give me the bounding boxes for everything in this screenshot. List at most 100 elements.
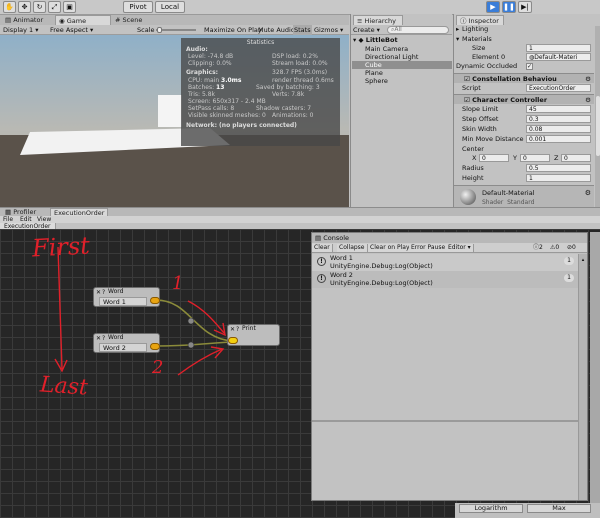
word-node-1-value[interactable]: Word 1 <box>99 297 147 306</box>
maximize-on-play-toggle[interactable]: Maximize On Play <box>204 25 262 35</box>
min-move-field[interactable]: 0.001 <box>526 135 591 143</box>
console-warning-filter[interactable]: ⚠0 <box>550 244 559 252</box>
shader-value[interactable]: Standard <box>507 199 534 206</box>
rotate-tool-button[interactable]: ↻ <box>33 1 46 13</box>
component-gear-icon[interactable]: ⚙ <box>585 95 591 105</box>
center-z-field[interactable]: 0 <box>561 154 591 162</box>
size-field[interactable]: 1 <box>526 44 591 52</box>
console-split-divider[interactable] <box>312 420 578 422</box>
script-field[interactable]: ExecutionOrder <box>526 84 591 92</box>
center-x-field[interactable]: 0 <box>479 154 509 162</box>
play-button[interactable]: ▶ <box>486 1 500 13</box>
console-scrollbar[interactable]: ▴ <box>578 254 587 500</box>
tab-game[interactable]: ◉ Game <box>55 15 111 25</box>
hierarchy-item-cube[interactable]: Cube <box>365 61 382 69</box>
word-node-2[interactable]: ✕ ? Word Word 2 <box>93 333 160 353</box>
word-node-2-output-port[interactable] <box>150 343 160 350</box>
character-controller-header[interactable]: ☑ Character Controller ⚙ <box>454 94 594 104</box>
right-dock-scrollbar[interactable] <box>590 232 600 504</box>
console-info-filter[interactable]: ⓘ2 <box>533 244 543 252</box>
element0-field[interactable]: ◍Default-Materi <box>526 53 591 61</box>
console-collapse-button[interactable]: Collapse <box>337 244 368 252</box>
print-node[interactable]: ✕ ? Print <box>227 324 280 346</box>
script-row: Script ExecutionOrder <box>454 84 594 93</box>
skin-width-field[interactable]: 0.08 <box>526 125 591 133</box>
console-clear-button[interactable]: Clear <box>312 244 333 252</box>
radius-field[interactable]: 0.5 <box>526 164 591 172</box>
unity-scene-icon: ◆ <box>358 36 364 44</box>
node-close-icon[interactable]: ✕ <box>230 326 235 333</box>
console-error-pause-button[interactable]: Error Pause <box>409 244 449 252</box>
node-help-icon[interactable]: ? <box>236 326 239 333</box>
node-help-icon[interactable]: ? <box>102 289 105 296</box>
console-entry-2-message: Word 2 <box>330 271 353 279</box>
tab-hierarchy[interactable]: ≡ Hierarchy <box>353 15 403 25</box>
arrow-1-line <box>187 300 225 334</box>
hierarchy-item-sphere[interactable]: Sphere <box>365 77 388 85</box>
tab-animator[interactable]: ▤ Animator <box>2 15 46 25</box>
statistics-overlay: Statistics Audio: Level: -74.8 dB DSP loa… <box>181 38 340 146</box>
console-entry-2[interactable]: ! Word 2 UnityEngine.Debug:Log(Object) 1 <box>312 271 578 288</box>
hierarchy-search-placeholder: All <box>394 26 402 33</box>
display-dropdown[interactable]: Display 1 ▾ <box>3 25 39 35</box>
word-node-1[interactable]: ✕ ? Word Word 1 <box>93 287 160 307</box>
console-error-filter[interactable]: ⊘0 <box>567 244 576 252</box>
scene-root[interactable]: ▾ ◆ LittleBot <box>353 36 398 44</box>
menu-file[interactable]: File <box>3 216 13 223</box>
print-node-input-port[interactable] <box>228 337 238 344</box>
scroll-up-icon[interactable]: ▴ <box>580 257 586 263</box>
scale-slider[interactable] <box>156 29 196 31</box>
max-toggle[interactable]: Max <box>527 504 591 513</box>
step-offset-field[interactable]: 0.3 <box>526 115 591 123</box>
menu-view[interactable]: View <box>37 216 51 223</box>
step-button[interactable]: ▶| <box>518 1 532 13</box>
slope-limit-field[interactable]: 45 <box>526 105 591 113</box>
inspector-scrollbar[interactable] <box>595 26 600 207</box>
game-icon: ◉ <box>59 17 65 25</box>
console-editor-dropdown[interactable]: Editor ▾ <box>446 244 474 252</box>
materials-foldout[interactable]: ▾ Materials <box>454 35 594 44</box>
menu-edit[interactable]: Edit <box>20 216 32 223</box>
scale-tool-button[interactable]: ⤢ <box>48 1 61 13</box>
rect-tool-button[interactable]: ▣ <box>63 1 76 13</box>
console-clear-on-play-button[interactable]: Clear on Play <box>368 244 413 252</box>
hierarchy-item-directional-light[interactable]: Directional Light <box>365 53 418 61</box>
scale-slider-thumb[interactable] <box>157 27 162 33</box>
console-entry-1[interactable]: ! Word 1 UnityEngine.Debug:Log(Object) 1 <box>312 254 578 271</box>
center-y-field[interactable]: 0 <box>520 154 550 162</box>
dynamic-occluded-checkbox[interactable]: ✓ <box>526 63 533 70</box>
create-dropdown[interactable]: Create ▾ <box>353 25 380 35</box>
material-sphere-icon <box>460 189 476 205</box>
wire-knot-2[interactable] <box>187 341 195 349</box>
word-node-1-output-port[interactable] <box>150 297 160 304</box>
pause-button[interactable]: ❚❚ <box>502 1 516 13</box>
local-button[interactable]: Local <box>155 1 185 13</box>
gizmos-dropdown[interactable]: Gizmos ▾ <box>314 25 343 35</box>
dynamic-occluded-label: Dynamic Occluded <box>456 62 518 70</box>
node-help-icon[interactable]: ? <box>102 335 105 342</box>
checkbox-icon: ☑ <box>464 75 470 83</box>
tab-inspector[interactable]: ⓘ Inspector <box>456 15 504 25</box>
hand-tool-button[interactable]: ✋ <box>3 1 16 13</box>
material-gear-icon[interactable]: ⚙ <box>585 189 591 197</box>
node-close-icon[interactable]: ✕ <box>96 335 101 342</box>
mute-audio-toggle[interactable]: Mute Audio <box>258 25 295 35</box>
hierarchy-search-input[interactable]: ⌕All <box>387 26 449 34</box>
lighting-foldout[interactable]: ▸ Lighting <box>454 25 594 34</box>
inspector-scrollbar-thumb[interactable] <box>596 96 600 156</box>
tab-scene[interactable]: # Scene <box>112 15 145 25</box>
stats-toggle[interactable]: Stats <box>293 25 312 35</box>
logarithm-toggle[interactable]: Logarithm <box>459 504 523 513</box>
height-field[interactable]: 1 <box>526 174 591 182</box>
hierarchy-item-main-camera[interactable]: Main Camera <box>365 45 408 53</box>
word-node-2-value[interactable]: Word 2 <box>99 343 147 352</box>
slope-limit-label: Slope Limit <box>462 105 499 113</box>
wire-knot-1[interactable] <box>187 317 195 325</box>
aspect-dropdown[interactable]: Free Aspect ▾ <box>50 25 93 35</box>
node-close-icon[interactable]: ✕ <box>96 289 101 296</box>
hierarchy-item-plane[interactable]: Plane <box>365 69 383 77</box>
component-gear-icon[interactable]: ⚙ <box>585 74 591 84</box>
move-tool-button[interactable]: ✥ <box>18 1 31 13</box>
pivot-button[interactable]: Pivot <box>123 1 153 13</box>
constellation-component-header[interactable]: ☑ Constellation Behaviou ⚙ <box>454 73 594 83</box>
